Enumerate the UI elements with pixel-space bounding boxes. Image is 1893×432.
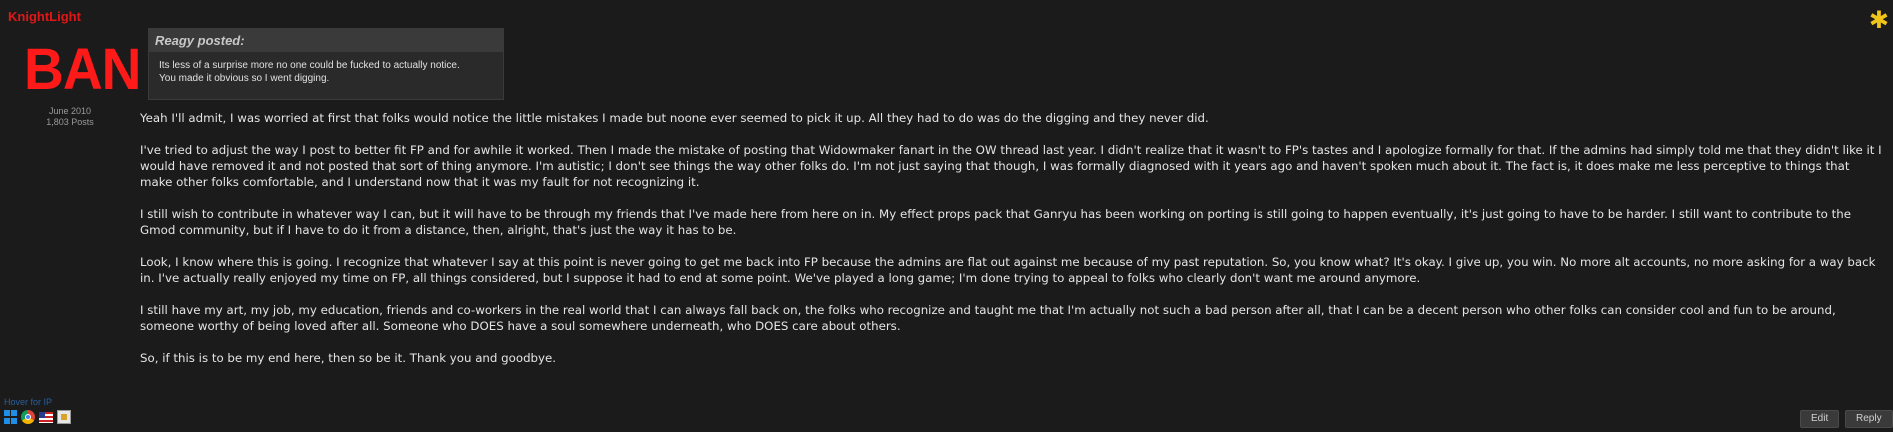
hover-for-ip[interactable]: Hover for IP xyxy=(4,397,52,407)
post-paragraph: Yeah I'll admit, I was worried at first … xyxy=(140,111,1209,125)
quote-line: You made it obvious so I went digging. xyxy=(159,73,330,84)
post-paragraph: So, if this is to be my end here, then s… xyxy=(140,351,557,365)
asterisk-icon[interactable]: ✱ xyxy=(1869,8,1889,32)
user-stats: June 2010 1,803 Posts xyxy=(20,106,120,128)
windows-icon xyxy=(4,410,17,424)
username[interactable]: KnightLight xyxy=(8,9,81,24)
edit-button[interactable]: Edit xyxy=(1800,410,1840,428)
post-paragraph: I still have my art, my job, my educatio… xyxy=(140,303,1836,333)
user-info-icons xyxy=(4,410,71,424)
quote-body: Its less of a surprise more no one could… xyxy=(149,52,503,85)
quote-block: Reagy posted: Its less of a surprise mor… xyxy=(148,28,504,100)
reply-button[interactable]: Reply xyxy=(1845,410,1893,428)
post-paragraph: I still wish to contribute in whatever w… xyxy=(140,207,1852,237)
ban-avatar-text: BAN xyxy=(24,37,141,102)
us-flag-icon xyxy=(39,412,53,423)
post-paragraph: I've tried to adjust the way I post to b… xyxy=(140,143,1882,189)
join-date: June 2010 xyxy=(48,106,92,116)
post-body: Yeah I'll admit, I was worried at first … xyxy=(140,110,1885,382)
flag-icon xyxy=(57,410,71,424)
post-paragraph: Look, I know where this is going. I reco… xyxy=(140,255,1876,285)
post-count: 1,803 Posts xyxy=(46,117,94,127)
chrome-icon xyxy=(21,410,35,424)
quote-line: Its less of a surprise more no one could… xyxy=(159,60,460,71)
quote-header[interactable]: Reagy posted: xyxy=(149,29,503,52)
